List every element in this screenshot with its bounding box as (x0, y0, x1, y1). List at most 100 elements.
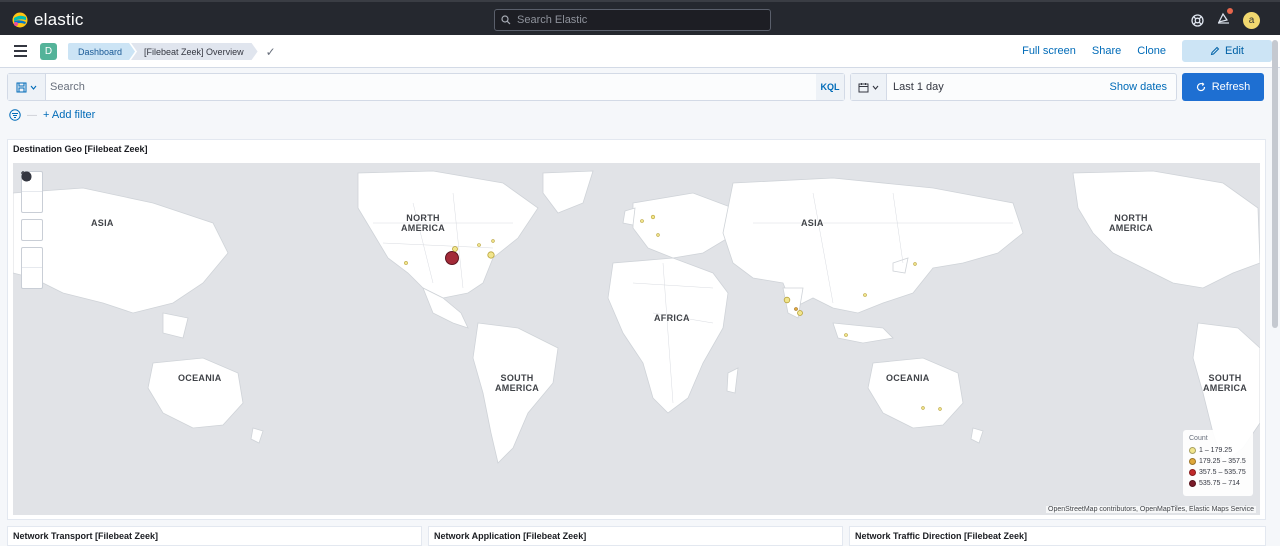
breadcrumb: Dashboard [Filebeat Zeek] Overview ✓ (68, 43, 276, 60)
notification-dot (1227, 8, 1233, 14)
global-search[interactable] (494, 9, 771, 31)
chevron-down-icon (30, 85, 37, 90)
user-avatar[interactable]: a (1243, 11, 1260, 29)
edit-button[interactable]: Edit (1182, 40, 1272, 62)
map-toolbar (21, 171, 43, 295)
check-icon: ✓ (265, 44, 276, 59)
dashboard-actions: Full screen Share Clone Edit (1014, 40, 1272, 62)
kql-toggle[interactable]: KQL (816, 74, 844, 100)
refresh-icon (1196, 82, 1205, 92)
pencil-icon (1210, 46, 1220, 56)
legend-title: Count (1189, 435, 1208, 442)
bottom-panels: Network Transport [Filebeat Zeek] Networ… (7, 526, 1266, 546)
data-point[interactable] (844, 333, 848, 337)
query-bar: KQL (7, 73, 845, 101)
data-point[interactable] (921, 406, 925, 410)
legend-entry: 535.75 – 714 (1189, 478, 1247, 489)
destination-geo-panel: Destination Geo [Filebeat Zeek] ASIA NOR… (7, 139, 1266, 520)
saved-query-button[interactable] (8, 74, 46, 100)
legend-label: 1 – 179.25 (1199, 447, 1233, 454)
data-point[interactable] (938, 407, 942, 411)
clone-button[interactable]: Clone (1129, 40, 1174, 62)
share-button[interactable]: Share (1084, 40, 1129, 62)
map-legend: Count 1 – 179.25 179.25 – 357.5 357.5 – … (1183, 430, 1253, 496)
legend-entry: 179.25 – 357.5 (1189, 456, 1247, 467)
filter-bar: — + Add filter (9, 109, 95, 121)
global-header: elastic a (0, 0, 1280, 35)
map-attribution[interactable]: OpenStreetMap contributors, OpenMapTiles… (1046, 506, 1256, 513)
square-icon (22, 172, 30, 180)
legend-label: 179.25 – 357.5 (1199, 458, 1246, 465)
help-icon[interactable] (1191, 13, 1204, 27)
panel-title: Destination Geo [Filebeat Zeek] (13, 144, 148, 154)
label-oceania-right: OCEANIA (886, 373, 930, 383)
data-point[interactable] (491, 239, 495, 243)
data-point[interactable] (783, 296, 791, 304)
data-point[interactable] (913, 262, 917, 266)
edit-label: Edit (1225, 45, 1244, 57)
network-transport-panel: Network Transport [Filebeat Zeek] (7, 526, 422, 546)
legend-swatch (1189, 480, 1196, 487)
filter-options-icon[interactable] (9, 109, 21, 121)
query-input[interactable] (46, 74, 816, 100)
global-search-input[interactable] (517, 14, 757, 26)
quick-menu-button[interactable] (851, 74, 887, 100)
legend-swatch (1189, 447, 1196, 454)
legend-label: 535.75 – 714 (1199, 480, 1240, 487)
data-point[interactable] (794, 307, 798, 311)
elastic-logo[interactable]: elastic (12, 10, 84, 30)
breadcrumb-dashboard[interactable]: Dashboard (68, 43, 135, 60)
fit-bounds-button[interactable] (21, 171, 42, 240)
label-africa: AFRICA (654, 313, 690, 323)
data-point[interactable] (656, 233, 660, 237)
data-point[interactable] (452, 246, 458, 252)
zoom-out-button[interactable] (21, 171, 42, 212)
data-point-large[interactable] (445, 251, 459, 265)
data-point[interactable] (404, 261, 408, 265)
calendar-icon (858, 82, 869, 92)
breadcrumb-current: [Filebeat Zeek] Overview (131, 43, 258, 60)
data-point[interactable] (863, 293, 867, 297)
network-traffic-direction-panel: Network Traffic Direction [Filebeat Zeek… (849, 526, 1266, 546)
label-north-america: NORTH AMERICA (401, 213, 446, 233)
brand-name: elastic (34, 10, 84, 29)
data-point[interactable] (640, 219, 644, 223)
legend-swatch (1189, 469, 1196, 476)
elastic-logo-icon (12, 12, 28, 28)
full-screen-button[interactable]: Full screen (1014, 40, 1084, 62)
world-map[interactable]: ASIA NORTH AMERICA ASIA NORTH AMERICA AF… (13, 163, 1260, 515)
data-point[interactable] (487, 251, 495, 259)
time-range-value[interactable]: Last 1 day (887, 81, 1110, 93)
refresh-label: Refresh (1211, 81, 1251, 93)
legend-label: 357.5 – 535.75 (1199, 469, 1246, 476)
chevron-down-icon (872, 85, 879, 90)
save-icon (16, 82, 27, 92)
label-asia-right: ASIA (801, 218, 824, 228)
refresh-button[interactable]: Refresh (1182, 73, 1264, 101)
map-canvas (13, 170, 1260, 464)
search-icon (501, 15, 511, 25)
label-south-america-right: SOUTH AMERICA (1203, 373, 1248, 393)
newsfeed-button[interactable] (1217, 8, 1233, 29)
header-icons: a (1191, 8, 1260, 29)
filter-divider: — (27, 109, 37, 121)
legend-entry: 1 – 179.25 (1189, 445, 1247, 456)
legend-entry: 357.5 – 535.75 (1189, 467, 1247, 478)
dashboard-nav: D Dashboard [Filebeat Zeek] Overview ✓ F… (0, 35, 1280, 68)
date-picker: Last 1 day Show dates (850, 73, 1177, 101)
space-avatar[interactable]: D (40, 43, 57, 60)
data-point[interactable] (477, 243, 481, 247)
data-point[interactable] (797, 310, 803, 316)
legend-swatch (1189, 458, 1196, 465)
menu-icon[interactable] (14, 45, 27, 60)
label-asia-left: ASIA (91, 218, 114, 228)
show-dates-link[interactable]: Show dates (1110, 81, 1176, 93)
page-scrollbar[interactable] (1272, 40, 1278, 328)
network-application-panel: Network Application [Filebeat Zeek] (428, 526, 843, 546)
label-north-america-right: NORTH AMERICA (1109, 213, 1154, 233)
draw-polygon-button[interactable] (22, 172, 42, 268)
draw-rectangle-button[interactable] (22, 172, 42, 288)
data-point[interactable] (650, 214, 656, 220)
add-filter-button[interactable]: + Add filter (43, 109, 95, 121)
label-south-america: SOUTH AMERICA (495, 373, 540, 393)
